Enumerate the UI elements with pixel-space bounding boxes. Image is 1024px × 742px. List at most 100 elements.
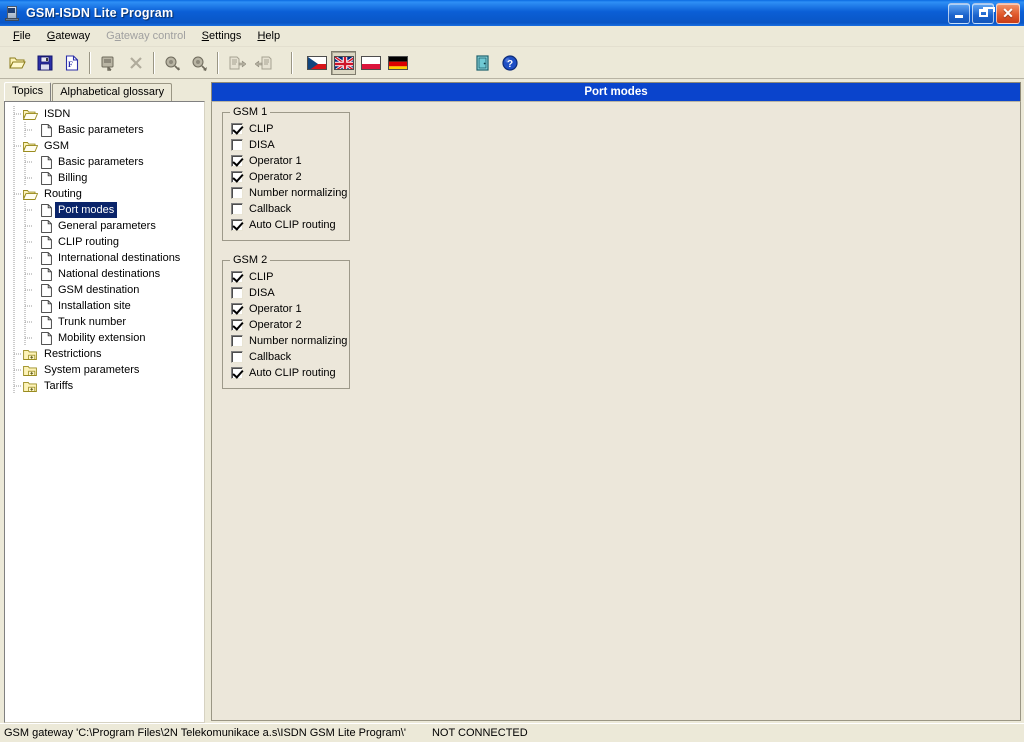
tree-item-routing[interactable]: Routing xyxy=(11,186,204,202)
save-icon[interactable] xyxy=(32,50,57,75)
tree-item-isdn[interactable]: ISDN xyxy=(11,106,204,122)
page-icon xyxy=(41,251,52,265)
tree-indent xyxy=(11,154,41,170)
checkbox-auto-clip-routing[interactable] xyxy=(231,367,243,379)
checkbox-clip[interactable] xyxy=(231,271,243,283)
tree-item-label: Installation site xyxy=(58,300,131,312)
checkbox-label: Auto CLIP routing xyxy=(249,367,336,379)
tree-item-basic-parameters[interactable]: Basic parameters xyxy=(11,154,204,170)
window-controls: ✕ xyxy=(948,2,1022,24)
tree-item-installation-site[interactable]: Installation site xyxy=(11,298,204,314)
tree-item-gsm-destination[interactable]: GSM destination xyxy=(11,282,204,298)
option-row[interactable]: Number normalizing xyxy=(231,185,347,201)
flag-uk-icon[interactable] xyxy=(331,50,356,75)
folder-open-icon xyxy=(23,108,38,121)
status-connection: NOT CONNECTED xyxy=(431,727,528,739)
option-row[interactable]: Operator 1 xyxy=(231,153,343,169)
minimize-button[interactable] xyxy=(948,2,970,24)
gateway-device-icon xyxy=(4,5,20,21)
tree-indent xyxy=(11,202,41,218)
topics-tree[interactable]: ISDN Basic parameters GSM Basic parameters B… xyxy=(4,101,205,723)
toolbar-group-transfer xyxy=(223,50,277,75)
checkbox-operator-1[interactable] xyxy=(231,303,243,315)
tree-item-national-destinations[interactable]: National destinations xyxy=(11,266,204,282)
option-row[interactable]: Operator 1 xyxy=(231,301,343,317)
close-button[interactable]: ✕ xyxy=(996,2,1020,24)
tree-item-label: GSM xyxy=(44,140,70,152)
checkbox-label: Operator 1 xyxy=(249,155,302,167)
toolbar-group-languages xyxy=(303,50,411,75)
page-icon xyxy=(41,299,52,313)
tree-item-label: Trunk number xyxy=(58,316,127,328)
tree-indent xyxy=(11,186,23,202)
checkbox-number-normalizing[interactable] xyxy=(231,335,243,347)
option-row[interactable]: CLIP xyxy=(231,121,343,137)
tab-strip: Topics Alphabetical glossary xyxy=(2,82,207,101)
checkbox-callback[interactable] xyxy=(231,203,243,215)
checkbox-label: DISA xyxy=(249,139,275,151)
menu-settings[interactable]: Settings xyxy=(194,27,250,45)
tree-item-restrictions[interactable]: Restrictions xyxy=(11,346,204,362)
tree-item-system-parameters[interactable]: System parameters xyxy=(11,362,204,378)
exit-door-icon[interactable] xyxy=(470,50,495,75)
flag-czech-icon[interactable] xyxy=(304,50,329,75)
option-row[interactable]: CLIP xyxy=(231,269,343,285)
tree-item-label: International destinations xyxy=(58,252,181,264)
checkbox-label: Number normalizing xyxy=(249,335,348,347)
tree-item-international-destinations[interactable]: International destinations xyxy=(11,250,204,266)
checkbox-operator-2[interactable] xyxy=(231,171,243,183)
help-question-icon[interactable]: ? xyxy=(497,50,522,75)
option-row[interactable]: Operator 2 xyxy=(231,317,343,333)
tree-item-port-modes[interactable]: Port modes xyxy=(11,202,204,218)
option-row[interactable]: Callback xyxy=(231,201,343,217)
menu-gateway-control-rest: teway control xyxy=(120,30,186,42)
tree-item-label: System parameters xyxy=(44,364,140,376)
flag-germany-icon[interactable] xyxy=(385,50,410,75)
toolbar-separator xyxy=(291,51,293,74)
tree-item-gsm[interactable]: GSM xyxy=(11,138,204,154)
tree-item-basic-parameters[interactable]: Basic parameters xyxy=(11,122,204,138)
tree-item-general-parameters[interactable]: General parameters xyxy=(11,218,204,234)
option-row[interactable]: Auto CLIP routing xyxy=(231,217,343,233)
tree-item-tariffs[interactable]: Tariffs xyxy=(11,378,204,394)
menu-gateway[interactable]: Gateway xyxy=(39,27,98,45)
menu-file[interactable]: File xyxy=(5,27,39,45)
checkbox-clip[interactable] xyxy=(231,123,243,135)
option-row[interactable]: Number normalizing xyxy=(231,333,347,349)
checkbox-disa[interactable] xyxy=(231,287,243,299)
folder-closed-icon xyxy=(23,348,38,361)
new-document-icon[interactable]: F xyxy=(59,50,84,75)
option-row[interactable]: Callback xyxy=(231,349,343,365)
tree-indent xyxy=(11,298,41,314)
restore-button[interactable] xyxy=(972,2,995,24)
tree-item-mobility-extension[interactable]: Mobility extension xyxy=(11,330,204,346)
checkbox-disa[interactable] xyxy=(231,139,243,151)
tree-item-clip-routing[interactable]: CLIP routing xyxy=(11,234,204,250)
checkbox-number-normalizing[interactable] xyxy=(231,187,243,199)
checkbox-operator-2[interactable] xyxy=(231,319,243,331)
tab-topics[interactable]: Topics xyxy=(4,82,52,101)
option-row[interactable]: Operator 2 xyxy=(231,169,343,185)
tree-indent xyxy=(11,282,41,298)
tree-indent xyxy=(11,346,23,362)
tree-item-label: Restrictions xyxy=(44,348,102,360)
toolbar-separator xyxy=(217,51,219,74)
checkbox-callback[interactable] xyxy=(231,351,243,363)
option-row[interactable]: DISA xyxy=(231,285,343,301)
checkbox-auto-clip-routing[interactable] xyxy=(231,219,243,231)
page-icon xyxy=(41,235,52,249)
checkbox-operator-1[interactable] xyxy=(231,155,243,167)
menu-help[interactable]: Help xyxy=(249,27,288,45)
open-folder-icon[interactable] xyxy=(5,50,30,75)
option-row[interactable]: DISA xyxy=(231,137,343,153)
tree-indent xyxy=(11,218,41,234)
window-title: GSM-ISDN Lite Program xyxy=(26,6,174,20)
tree-item-trunk-number[interactable]: Trunk number xyxy=(11,314,204,330)
tree-item-label: Billing xyxy=(58,172,88,184)
page-icon xyxy=(41,155,52,169)
tree-item-billing[interactable]: Billing xyxy=(11,170,204,186)
option-row[interactable]: Auto CLIP routing xyxy=(231,365,343,381)
group-gsm-1-title: GSM 1 xyxy=(230,106,271,118)
flag-poland-icon[interactable] xyxy=(358,50,383,75)
tab-alphabetical-glossary[interactable]: Alphabetical glossary xyxy=(52,83,173,101)
